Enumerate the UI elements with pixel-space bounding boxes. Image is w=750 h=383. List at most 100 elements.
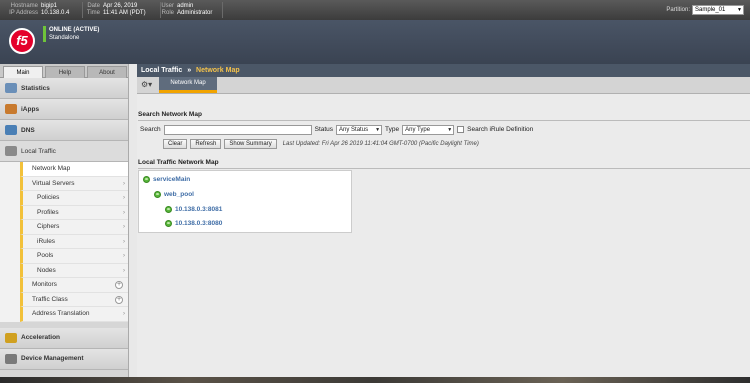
partition-select[interactable]: Sample_01 ▼ bbox=[692, 5, 744, 15]
network-map: serviceMain web_pool 10.138.0.3:8081 10.… bbox=[138, 170, 352, 233]
sidebar-item-policies[interactable]: Policies › bbox=[20, 191, 128, 206]
node-label: web_pool bbox=[164, 191, 194, 198]
status-available-icon bbox=[154, 191, 161, 198]
breadcrumb-root[interactable]: Local Traffic bbox=[141, 67, 182, 74]
nav-section-label: Device Management bbox=[21, 355, 84, 362]
user-info: User admin Role Administrator bbox=[160, 3, 212, 17]
hostname-value: bigip1 bbox=[41, 3, 58, 9]
clear-button[interactable]: Clear bbox=[163, 138, 188, 149]
map-section-title: Local Traffic Network Map bbox=[138, 159, 219, 166]
search-label: Search bbox=[140, 126, 161, 133]
ip-label: IP Address bbox=[9, 10, 38, 16]
date-label: Date bbox=[87, 3, 100, 9]
hostname-label: Hostname bbox=[10, 3, 38, 9]
sidebar-item-profiles[interactable]: Profiles › bbox=[20, 205, 128, 220]
sidebar-item-label: Policies bbox=[37, 194, 60, 201]
partition-value: Sample_01 bbox=[695, 7, 726, 13]
status-select-value: Any Status bbox=[339, 126, 369, 133]
status-available-icon bbox=[165, 206, 172, 213]
status-label: Status bbox=[314, 126, 334, 133]
breadcrumb-current: Network Map bbox=[196, 67, 240, 74]
time-label: Time bbox=[86, 10, 100, 16]
sidebar-item-pools[interactable]: Pools › bbox=[20, 249, 128, 264]
sidebar-tabs: Main Help About bbox=[0, 64, 128, 78]
status-available-icon bbox=[165, 220, 172, 227]
partition-selector: Partition: Sample_01 ▼ bbox=[666, 5, 744, 15]
chevron-right-icon: › bbox=[123, 267, 125, 274]
search-section-title: Search Network Map bbox=[138, 111, 202, 118]
main-content: Local Traffic » Network Map ⚙▾ Network M… bbox=[137, 64, 750, 383]
sidebar-item-irules[interactable]: iRules › bbox=[20, 234, 128, 249]
tab-main[interactable]: Main bbox=[3, 66, 43, 78]
nav-section-statistics[interactable]: Statistics bbox=[0, 78, 128, 99]
type-select[interactable]: Any Type ▼ bbox=[402, 124, 455, 135]
tab-network-map[interactable]: Network Map bbox=[159, 77, 217, 93]
chevron-right-icon: › bbox=[123, 195, 125, 201]
tab-about[interactable]: About bbox=[87, 66, 127, 78]
map-node-member[interactable]: 10.138.0.3:8080 bbox=[165, 220, 222, 227]
irule-checkbox[interactable] bbox=[457, 126, 465, 133]
sidebar-item-traffic-class[interactable]: Traffic Class + bbox=[20, 292, 128, 307]
sidebar-item-ciphers[interactable]: Ciphers › bbox=[20, 220, 128, 235]
chevron-down-icon: ▼ bbox=[375, 126, 381, 133]
iapps-icon bbox=[5, 104, 17, 114]
node-label: serviceMain bbox=[153, 176, 191, 183]
sidebar-item-network-map[interactable]: Network Map bbox=[20, 162, 128, 177]
nav-section-acceleration[interactable]: Acceleration bbox=[0, 327, 128, 349]
date-value: Apr 26, 2019 bbox=[103, 3, 138, 9]
show-summary-button[interactable]: Show Summary bbox=[224, 138, 277, 149]
time-value: 11:41 AM (PDT) bbox=[103, 10, 146, 16]
statistics-icon bbox=[5, 83, 17, 93]
sidebar-item-label: Profiles bbox=[37, 208, 59, 216]
nav-section-iapps[interactable]: iApps bbox=[0, 99, 128, 120]
refresh-button[interactable]: Refresh bbox=[190, 138, 222, 149]
local-traffic-icon bbox=[5, 146, 17, 156]
chevron-right-icon: › bbox=[123, 180, 125, 187]
breadcrumb-separator: » bbox=[187, 67, 192, 74]
map-node-member[interactable]: 10.138.0.3:8081 bbox=[165, 206, 222, 213]
user-value: admin bbox=[177, 3, 194, 9]
dns-icon bbox=[5, 125, 17, 135]
gear-icon[interactable]: ⚙▾ bbox=[141, 80, 152, 89]
host-info: Hostname bigip1 IP Address 10.138.0.4 bbox=[4, 3, 69, 17]
sidebar-item-address-translation[interactable]: Address Translation › bbox=[20, 307, 128, 322]
sidebar-item-monitors[interactable]: Monitors + bbox=[20, 278, 128, 293]
nav-section-label: DNS bbox=[21, 126, 35, 134]
irule-label: Search iRule Definition bbox=[467, 126, 534, 133]
search-input[interactable] bbox=[163, 124, 312, 135]
local-traffic-submenu: Network Map Virtual Servers › Policies › Prof… bbox=[0, 162, 128, 322]
sidebar-item-label: Virtual Servers bbox=[32, 179, 75, 187]
sidebar-item-label: Nodes bbox=[37, 266, 56, 274]
status-online: ONLINE (ACTIVE) bbox=[49, 27, 100, 33]
sidebar-item-label: Pools bbox=[37, 252, 54, 259]
nav-section-dns[interactable]: DNS bbox=[0, 120, 128, 141]
chevron-right-icon: › bbox=[123, 209, 125, 216]
status-select[interactable]: Any Status ▼ bbox=[336, 124, 383, 135]
date-info: Date Apr 26, 2019 Time 11:41 AM (PDT) bbox=[84, 3, 146, 17]
map-node-pool[interactable]: web_pool bbox=[154, 191, 194, 198]
sidebar-item-virtual-servers[interactable]: Virtual Servers › bbox=[20, 176, 128, 191]
add-icon[interactable]: + bbox=[115, 295, 123, 304]
tab-help[interactable]: Help bbox=[45, 66, 85, 78]
nav-section-local-traffic[interactable]: Local Traffic bbox=[0, 141, 128, 162]
map-node-virtual-server[interactable]: serviceMain bbox=[143, 176, 190, 183]
device-status: ONLINE (ACTIVE) Standalone bbox=[43, 26, 99, 42]
breadcrumb: Local Traffic » Network Map bbox=[137, 64, 750, 77]
ip-value: 10.138.0.4 bbox=[41, 10, 70, 16]
sidebar-item-label: Monitors bbox=[32, 281, 57, 288]
node-label: 10.138.0.3:8080 bbox=[175, 220, 223, 227]
add-icon[interactable]: + bbox=[115, 281, 123, 289]
sidebar-item-label: Address Translation bbox=[32, 310, 90, 317]
chevron-right-icon: › bbox=[123, 253, 125, 259]
chevron-right-icon: › bbox=[123, 224, 125, 230]
sidebar-item-label: Network Map bbox=[32, 165, 71, 172]
app-header: f5 ONLINE (ACTIVE) Standalone bbox=[0, 20, 750, 64]
sidebar-item-nodes[interactable]: Nodes › bbox=[20, 263, 128, 278]
f5-logo[interactable]: f5 bbox=[9, 28, 35, 54]
status-standalone: Standalone bbox=[49, 35, 80, 41]
search-row: Search Status Any Status ▼ Type Any Type ▼… bbox=[140, 124, 533, 135]
nav-section-device-management[interactable]: Device Management bbox=[0, 348, 128, 370]
type-select-value: Any Type bbox=[405, 126, 431, 133]
chevron-down-icon: ▼ bbox=[447, 126, 453, 133]
role-label: Role bbox=[161, 10, 174, 16]
